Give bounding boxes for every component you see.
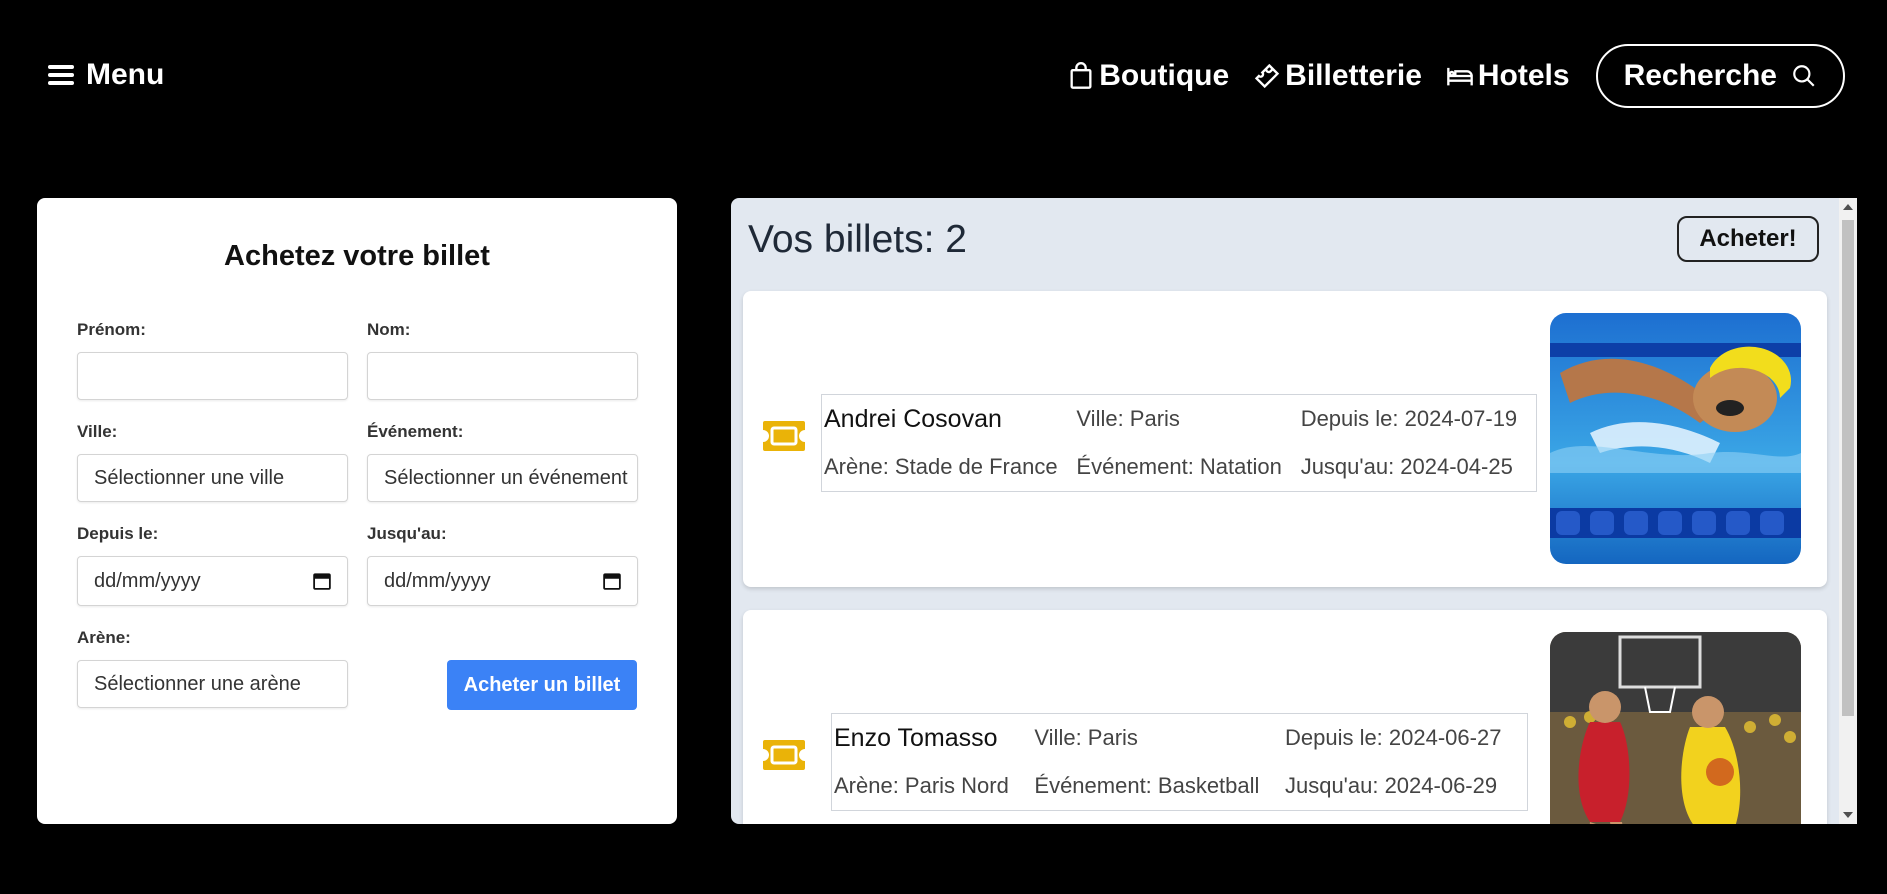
evenement-field: Événement: Sélectionner un événement — [367, 422, 638, 502]
hamburger-icon — [48, 65, 74, 85]
jusqu-label: Jusqu'au: — [367, 524, 447, 543]
menu-button[interactable]: Menu — [48, 58, 164, 92]
tickets-panel: Vos billets: 2 Acheter! Andrei Cosovan V… — [731, 198, 1857, 824]
navbar: Menu Boutique Billetterie Hotels Recherc… — [0, 0, 1887, 160]
evenement-select[interactable]: Sélectionner un événement — [367, 454, 638, 502]
search-icon — [1793, 65, 1815, 87]
prenom-label: Prénom: — [77, 320, 146, 339]
nav-links: Boutique Billetterie Hotels Recherche — [1067, 44, 1845, 108]
ticket-ville: Ville: Paris — [1034, 725, 1138, 750]
ticket-arene: Arène: Stade de France — [824, 454, 1058, 479]
calendar-icon[interactable] — [313, 572, 331, 590]
buy-ticket-button[interactable]: Acheter un billet — [447, 660, 637, 710]
swimmer-photo — [1550, 313, 1801, 564]
nav-link-hotels[interactable]: Hotels — [1446, 59, 1570, 93]
depuis-field: Depuis le: dd/mm/yyyy — [77, 524, 348, 606]
ticket-icon — [763, 421, 805, 451]
arene-placeholder: Sélectionner une arène — [94, 672, 301, 695]
ville-placeholder: Sélectionner une ville — [94, 466, 285, 489]
nav-link-label: Hotels — [1477, 59, 1570, 92]
scroll-up-arrow[interactable] — [1843, 204, 1853, 210]
calendar-icon[interactable] — [603, 572, 621, 590]
ticket-depuis: Depuis le: 2024-07-19 — [1300, 406, 1518, 431]
ticket-details: Enzo Tomasso Ville: Paris Depuis le: 202… — [831, 713, 1528, 811]
arene-field: Arène: Sélectionner une arène — [77, 628, 348, 708]
basketball-photo — [1550, 632, 1801, 824]
nav-link-label: Billetterie — [1285, 59, 1422, 92]
ticket-card: Andrei Cosovan Ville: Paris Depuis le: 2… — [743, 291, 1827, 587]
ticket-ville: Ville: Paris — [1076, 406, 1180, 431]
jusqu-field: Jusqu'au: dd/mm/yyyy — [367, 524, 638, 606]
shopping-bag-icon — [1070, 62, 1092, 89]
ticket-icon — [763, 740, 805, 770]
evenement-label: Événement: — [367, 422, 464, 441]
ticket-icon — [1255, 63, 1280, 89]
menu-label: Menu — [86, 58, 165, 91]
form-title: Achetez votre billet — [224, 240, 490, 272]
ticket-jusqu: Jusqu'au: 2024-06-29 — [1284, 773, 1498, 798]
bed-icon — [1447, 67, 1473, 86]
ticket-purchase-form: Achetez votre billet Prénom: Nom: Ville:… — [37, 198, 677, 824]
ticket-depuis: Depuis le: 2024-06-27 — [1284, 725, 1502, 750]
ticket-jusqu: Jusqu'au: 2024-04-25 — [1300, 454, 1513, 479]
tickets-scrollbar[interactable] — [1839, 198, 1857, 824]
ville-field: Ville: Sélectionner une ville — [77, 422, 348, 502]
prenom-field: Prénom: — [77, 320, 348, 400]
nom-label: Nom: — [367, 320, 411, 339]
ticket-details: Andrei Cosovan Ville: Paris Depuis le: 2… — [821, 394, 1537, 492]
ticket-evenement: Événement: Natation — [1076, 454, 1282, 479]
ticket-arene: Arène: Paris Nord — [834, 773, 1009, 798]
tickets-count-title: Vos billets: 2 — [748, 218, 967, 261]
nom-field: Nom: — [367, 320, 638, 400]
nav-link-billetterie[interactable]: Billetterie — [1253, 59, 1422, 93]
ticket-evenement: Événement: Basketball — [1034, 773, 1260, 798]
depuis-date-input[interactable]: dd/mm/yyyy — [77, 556, 348, 606]
search-button[interactable]: Recherche — [1595, 44, 1845, 108]
jusqu-placeholder: dd/mm/yyyy — [384, 569, 491, 592]
nav-link-boutique[interactable]: Boutique — [1067, 59, 1229, 93]
nom-input[interactable] — [367, 352, 638, 400]
prenom-input[interactable] — [77, 352, 348, 400]
depuis-label: Depuis le: — [77, 524, 159, 543]
scroll-down-arrow[interactable] — [1843, 812, 1853, 818]
ticket-card: Enzo Tomasso Ville: Paris Depuis le: 202… — [743, 610, 1827, 824]
ticket-holder-name: Enzo Tomasso — [834, 723, 998, 752]
search-label: Recherche — [1623, 59, 1777, 92]
acheter-button[interactable]: Acheter! — [1677, 216, 1819, 262]
ville-label: Ville: — [77, 422, 118, 441]
evenement-placeholder: Sélectionner un événement — [384, 466, 628, 489]
ticket-holder-name: Andrei Cosovan — [824, 404, 1002, 433]
jusqu-date-input[interactable]: dd/mm/yyyy — [367, 556, 638, 606]
ville-select[interactable]: Sélectionner une ville — [77, 454, 348, 502]
depuis-placeholder: dd/mm/yyyy — [94, 569, 201, 592]
nav-link-label: Boutique — [1099, 59, 1230, 92]
arene-label: Arène: — [77, 628, 131, 647]
scrollbar-thumb[interactable] — [1842, 220, 1854, 716]
arene-select[interactable]: Sélectionner une arène — [77, 660, 348, 708]
